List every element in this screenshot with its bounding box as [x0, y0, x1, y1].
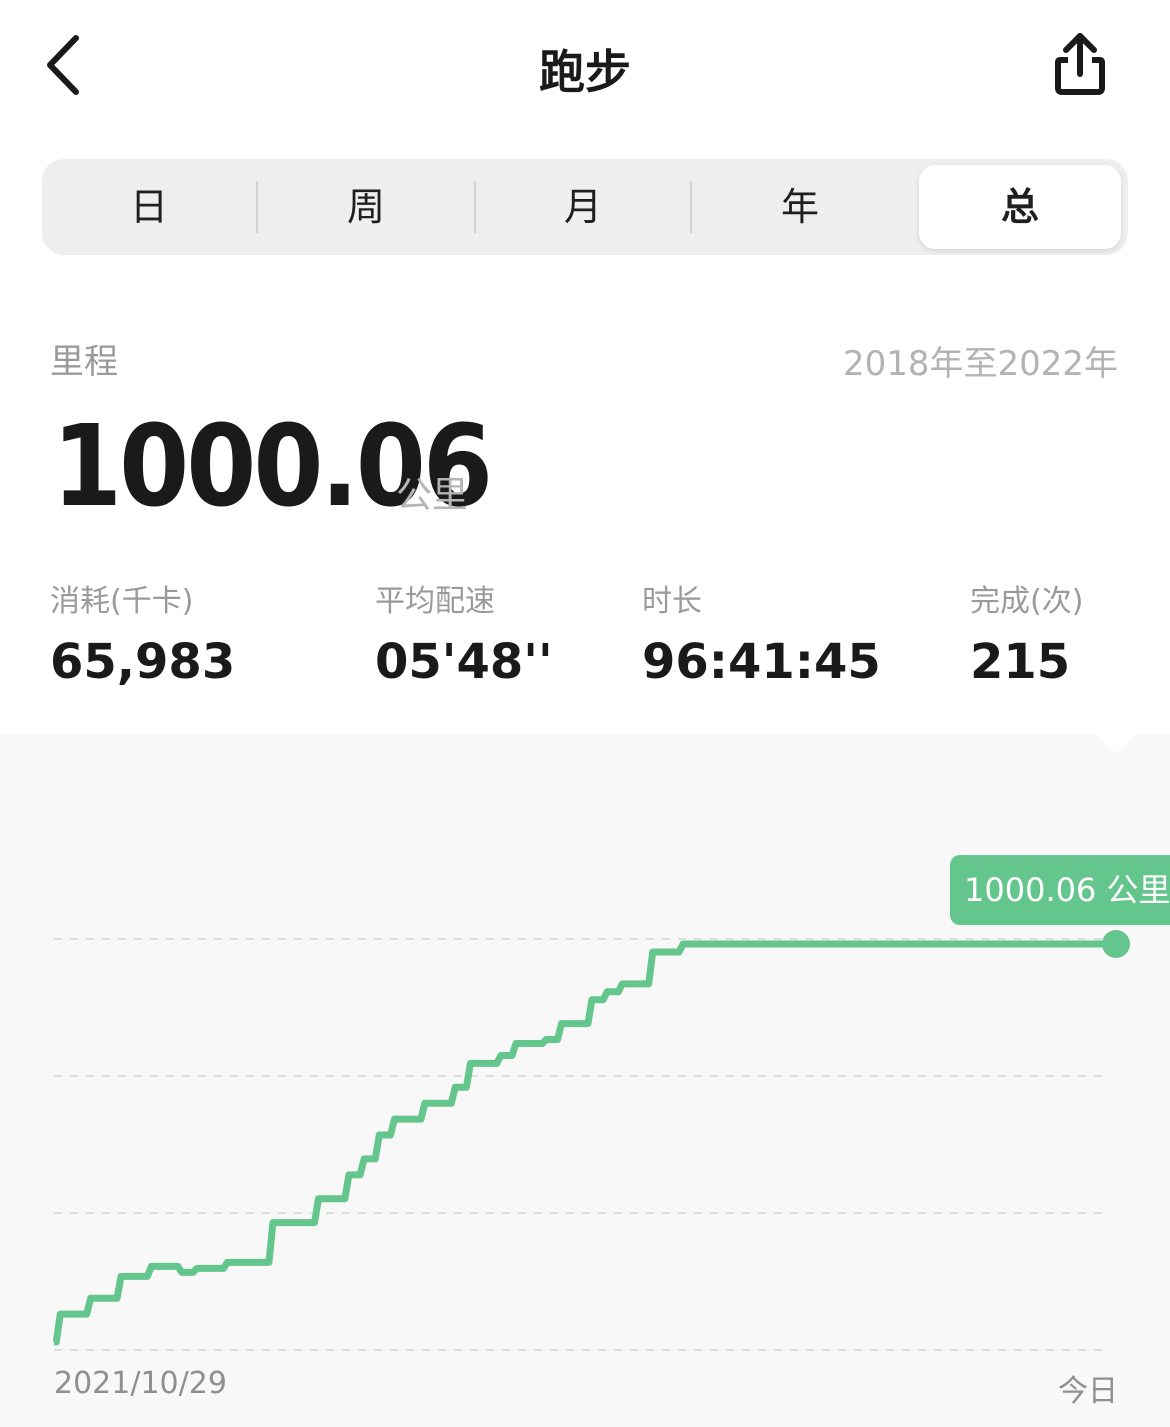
x-axis-end-label: 今日: [1058, 1374, 1118, 1409]
chart-tooltip: 1000.06 公里: [950, 855, 1170, 925]
chart-canvas: [52, 930, 1130, 1351]
chart-endpoint-marker[interactable]: [1102, 930, 1130, 958]
distance-line: [52, 940, 1116, 1346]
x-axis-start-label: 2021/10/29: [54, 1366, 227, 1401]
